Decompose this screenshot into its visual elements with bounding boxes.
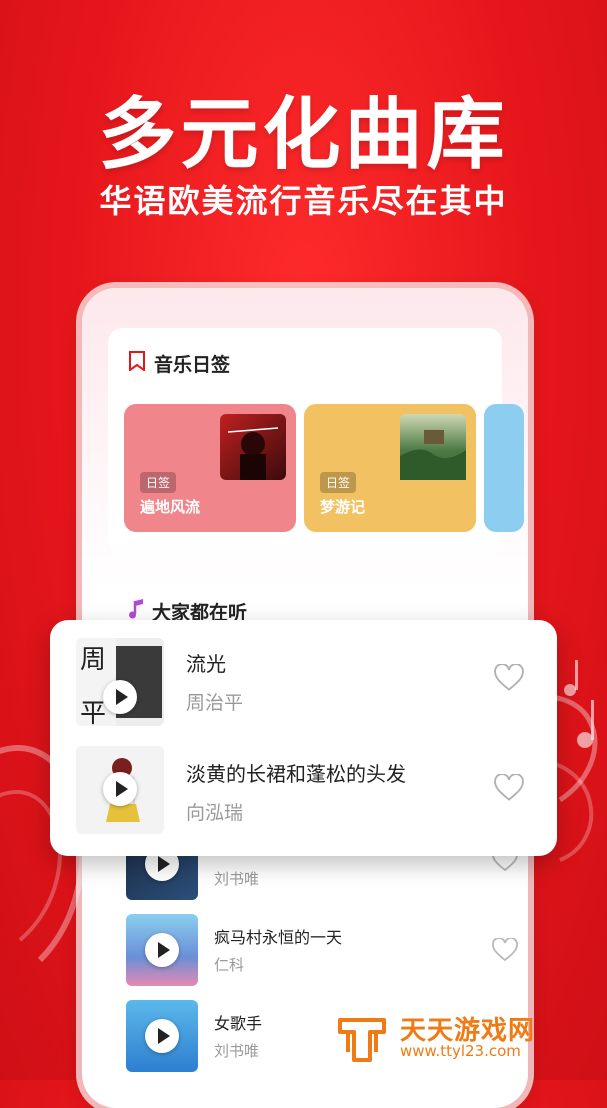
daily-tag: 日签 bbox=[140, 472, 177, 493]
song-artist: 刘书唯 bbox=[214, 870, 260, 888]
watermark-logo-icon bbox=[338, 1018, 386, 1062]
song-title: 流光 bbox=[186, 652, 226, 676]
svg-text:周: 周 bbox=[80, 645, 106, 675]
watermark-url: www.ttyl23.com bbox=[400, 1042, 521, 1060]
album-cover bbox=[220, 414, 286, 480]
song-artist: 向泓瑞 bbox=[186, 802, 244, 824]
play-icon[interactable] bbox=[103, 772, 137, 806]
bookmark-icon bbox=[128, 351, 146, 376]
daily-tile[interactable]: 日签 梦游记 bbox=[304, 404, 476, 532]
song-row[interactable]: 周平 流光 周治平 bbox=[76, 638, 536, 728]
heart-icon[interactable] bbox=[494, 773, 524, 802]
daily-tag: 日签 bbox=[320, 472, 357, 493]
album-cover: 周平 bbox=[76, 638, 164, 726]
site-watermark: 天天游戏网 www.ttyl23.com bbox=[336, 1008, 566, 1066]
play-icon[interactable] bbox=[145, 933, 179, 967]
song-title: 疯马村永恒的一天 bbox=[214, 928, 343, 947]
daily-card-title: 音乐日签 bbox=[154, 354, 231, 376]
daily-music-card: 音乐日签 日签 遍地风流 日签 梦游记 bbox=[108, 328, 524, 554]
featured-songs-popup: 周平 流光 周治平 淡黄的长裙和蓬松的头发 向泓瑞 bbox=[50, 620, 557, 856]
promo-subline: 华语欧美流行音乐尽在其中 bbox=[99, 182, 508, 220]
song-title: 淡黄的长裙和蓬松的头发 bbox=[186, 762, 406, 786]
album-cover bbox=[400, 414, 466, 480]
play-icon[interactable] bbox=[103, 680, 137, 714]
daily-card-header: 音乐日签 bbox=[128, 350, 230, 377]
heart-icon[interactable] bbox=[492, 937, 522, 966]
song-title: 女歌手 bbox=[214, 1014, 263, 1033]
song-artist: 刘书唯 bbox=[214, 1042, 260, 1060]
song-artist: 仁科 bbox=[214, 956, 245, 974]
svg-text:平: 平 bbox=[80, 699, 106, 726]
list-item[interactable]: 疯马村永恒的一天 仁科 bbox=[126, 914, 518, 986]
daily-tile-name: 遍地风流 bbox=[140, 498, 201, 516]
song-row[interactable]: 淡黄的长裙和蓬松的头发 向泓瑞 bbox=[76, 746, 536, 836]
play-icon[interactable] bbox=[145, 1019, 179, 1053]
promo-headline: 多元化曲库 bbox=[98, 90, 509, 180]
album-cover bbox=[126, 914, 198, 986]
daily-tile-name: 梦游记 bbox=[320, 498, 366, 516]
daily-tile[interactable]: 日签 遍地风流 bbox=[124, 404, 296, 532]
album-cover bbox=[76, 746, 164, 834]
album-cover bbox=[126, 1000, 198, 1072]
song-artist: 周治平 bbox=[186, 692, 244, 714]
heart-icon[interactable] bbox=[494, 663, 524, 692]
daily-tile-partial[interactable] bbox=[484, 404, 524, 532]
